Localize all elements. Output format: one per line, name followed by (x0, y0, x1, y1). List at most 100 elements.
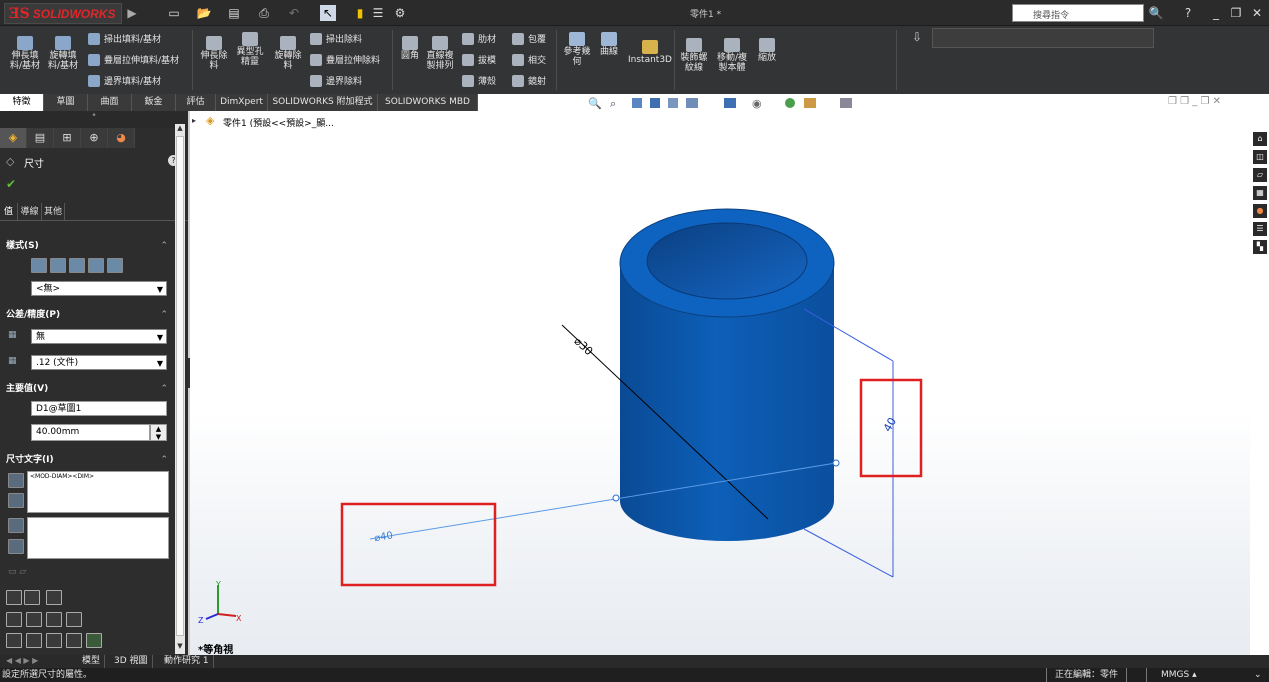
primary-value-section-header[interactable]: 主要值(V) ⌃ (0, 382, 174, 397)
tab-mbd[interactable]: SOLIDWORKS MBD (378, 94, 478, 111)
restore-icon[interactable]: ❐ (1228, 5, 1244, 21)
subtab-leaders[interactable]: 導線 (17, 203, 41, 220)
new-file-icon[interactable]: ▭ (166, 5, 182, 21)
align-center-icon[interactable] (24, 590, 40, 605)
subtab-value[interactable]: 值 (0, 203, 17, 220)
tab-surfaces[interactable]: 曲面 (88, 94, 132, 111)
tab-addins[interactable]: SOLIDWORKS 附加程式 (268, 94, 378, 111)
appearances-icon[interactable]: ● (1253, 204, 1267, 218)
panel-splitter[interactable]: • (0, 111, 188, 128)
options-gear-icon[interactable]: ⚙ (392, 5, 408, 21)
cosmetic-thread-button[interactable]: 裝飾螺紋線 (678, 38, 710, 73)
loft-cut-button[interactable]: 疊層拉伸除料 (310, 53, 380, 66)
dimxpert-manager-tab-icon[interactable]: ⊕ (81, 128, 108, 148)
print-icon[interactable]: ⎙ (256, 5, 272, 21)
view-palette-icon[interactable]: ▦ (1253, 186, 1267, 200)
countersink-symbol-icon[interactable] (26, 633, 42, 648)
solidworks-logo[interactable]: ƎS SOLIDWORKS (4, 3, 122, 24)
style-section-header[interactable]: 樣式(S) ⌃ (0, 239, 174, 254)
centerline-symbol-icon[interactable] (66, 612, 82, 627)
counterbore-symbol-icon[interactable] (46, 633, 62, 648)
model-canvas[interactable]: ⌀30 ⌀40 40 Y X Z (190, 111, 1250, 655)
tab-evaluate[interactable]: 評估 (176, 94, 216, 111)
precision-select[interactable]: .12 (文件) ▼ (31, 355, 167, 370)
move-copy-body-button[interactable]: 移動/複製本體 (714, 38, 750, 73)
hole-wizard-button[interactable]: 異型孔精靈 (234, 32, 266, 67)
tab-3d-views[interactable]: 3D 視圖 (110, 655, 153, 668)
more-symbols-icon[interactable] (86, 633, 102, 648)
graphics-area[interactable]: ▸ ◈ 零件1 (預設<<預設>_顯... ⌀30 ⌀40 40 Y X Z *… (190, 111, 1250, 656)
file-explorer-icon[interactable]: ▱ (1253, 168, 1267, 182)
apply-default-style-icon[interactable] (31, 258, 47, 273)
revolve-cut-button[interactable]: 旋轉除料 (272, 36, 304, 71)
home-icon[interactable]: ⌂ (1253, 132, 1267, 146)
tab-motion-study[interactable]: 動作研究 1 (160, 655, 214, 668)
tab-sheet-metal[interactable]: 鈑金 (132, 94, 176, 111)
degree-symbol-icon[interactable] (26, 612, 42, 627)
open-file-icon[interactable]: 📂 (196, 5, 212, 21)
design-library-icon[interactable]: ◫ (1253, 150, 1267, 164)
unit-system[interactable]: MMGS ▴ (1146, 668, 1197, 682)
help-icon[interactable]: ? (1180, 5, 1196, 21)
text-above-icon[interactable] (8, 473, 24, 488)
sweep-boss-button[interactable]: 掃出填料/基材 (88, 32, 161, 45)
reference-geometry-button[interactable]: 參考幾何 (562, 32, 592, 67)
tab-sketch[interactable]: 草圖 (44, 94, 88, 111)
dimension-text-below-field[interactable] (27, 517, 169, 559)
text-lower-2-icon[interactable] (8, 539, 24, 554)
save-icon[interactable]: ▤ (226, 5, 242, 21)
extrude-cut-button[interactable]: 伸長除料 (198, 36, 230, 71)
minimize-icon[interactable]: _ (1208, 5, 1224, 21)
dimension-text-above-field[interactable]: <MOD-DIAM><DIM> (27, 471, 169, 513)
tab-model[interactable]: 模型 (78, 655, 106, 668)
file-properties-icon[interactable]: ☰ (370, 5, 386, 21)
heads-up-view-toolbar[interactable]: 🔍 ⌕ ◉ (478, 94, 1269, 111)
scroll-up-icon[interactable]: ▲ (175, 124, 185, 134)
align-right-icon[interactable] (46, 590, 62, 605)
delete-style-icon[interactable] (69, 258, 85, 273)
plus-minus-symbol-icon[interactable] (46, 612, 62, 627)
boundary-cut-button[interactable]: 邊界除料 (310, 74, 362, 87)
dimension-text-section-header[interactable]: 尺寸文字(I) ⌃ (0, 453, 174, 468)
tab-features[interactable]: 特徵 (0, 94, 44, 111)
dimension-name-field[interactable]: D1@草圖1 (31, 401, 167, 416)
boundary-boss-button[interactable]: 邊界填料/基材 (88, 74, 161, 87)
add-style-icon[interactable] (50, 258, 66, 273)
intersect-button[interactable]: 相交 (512, 53, 546, 66)
viewport-window-controls[interactable]: ❐ ❐ _ ❐ ✕ (1168, 96, 1221, 107)
rebuild-icon[interactable]: ▮ (352, 5, 368, 21)
mirror-button[interactable]: 鏡射 (512, 74, 546, 87)
scale-button[interactable]: 縮放 (754, 38, 780, 63)
panel-scrollbar[interactable]: ▲ ▼ (175, 124, 185, 654)
tolerance-type-select[interactable]: 無 ▼ (31, 329, 167, 344)
text-lower-icon[interactable] (8, 518, 24, 533)
extrude-boss-button[interactable]: 伸長填料/基材 (8, 36, 42, 71)
solidworks-forum-icon[interactable]: ▚ (1253, 240, 1267, 254)
scroll-thumb[interactable] (176, 136, 184, 636)
rib-button[interactable]: 肋材 (462, 32, 496, 45)
instant3d-button[interactable]: Instant3D (628, 40, 672, 65)
normal-to-icon[interactable]: ⇩ (912, 30, 924, 44)
property-manager-tab-icon[interactable]: ▤ (27, 128, 54, 148)
dimension-value-field[interactable]: 40.00mm (31, 424, 150, 441)
search-magnifier-icon[interactable]: 🔍 (1148, 5, 1164, 21)
loft-boss-button[interactable]: 疊層拉伸填料/基材 (88, 53, 179, 66)
load-style-icon[interactable] (107, 258, 123, 273)
status-options-icon[interactable]: ⌄ (1254, 668, 1262, 682)
square-symbol-icon[interactable] (6, 633, 22, 648)
tolerance-section-header[interactable]: 公差/精度(P) ⌃ (0, 308, 174, 323)
subtab-other[interactable]: 其他 (41, 203, 65, 220)
align-left-icon[interactable] (6, 590, 22, 605)
select-icon[interactable]: ↖ (320, 5, 336, 21)
diameter-symbol-icon[interactable] (6, 612, 22, 627)
sweep-cut-button[interactable]: 掃出除料 (310, 32, 362, 45)
fillet-button[interactable]: 圓角 (398, 36, 422, 61)
revolve-boss-button[interactable]: 旋轉填料/基材 (46, 36, 80, 71)
style-select[interactable]: <無> ▼ (31, 281, 167, 296)
scroll-down-icon[interactable]: ▼ (175, 642, 185, 652)
curves-button[interactable]: 曲線 (596, 32, 622, 57)
text-below-icon[interactable] (8, 493, 24, 508)
value-spinner[interactable]: ▲ ▼ (150, 424, 167, 441)
undo-icon[interactable]: ↶ (286, 5, 302, 21)
tab-dimxpert[interactable]: DimXpert (216, 94, 268, 111)
